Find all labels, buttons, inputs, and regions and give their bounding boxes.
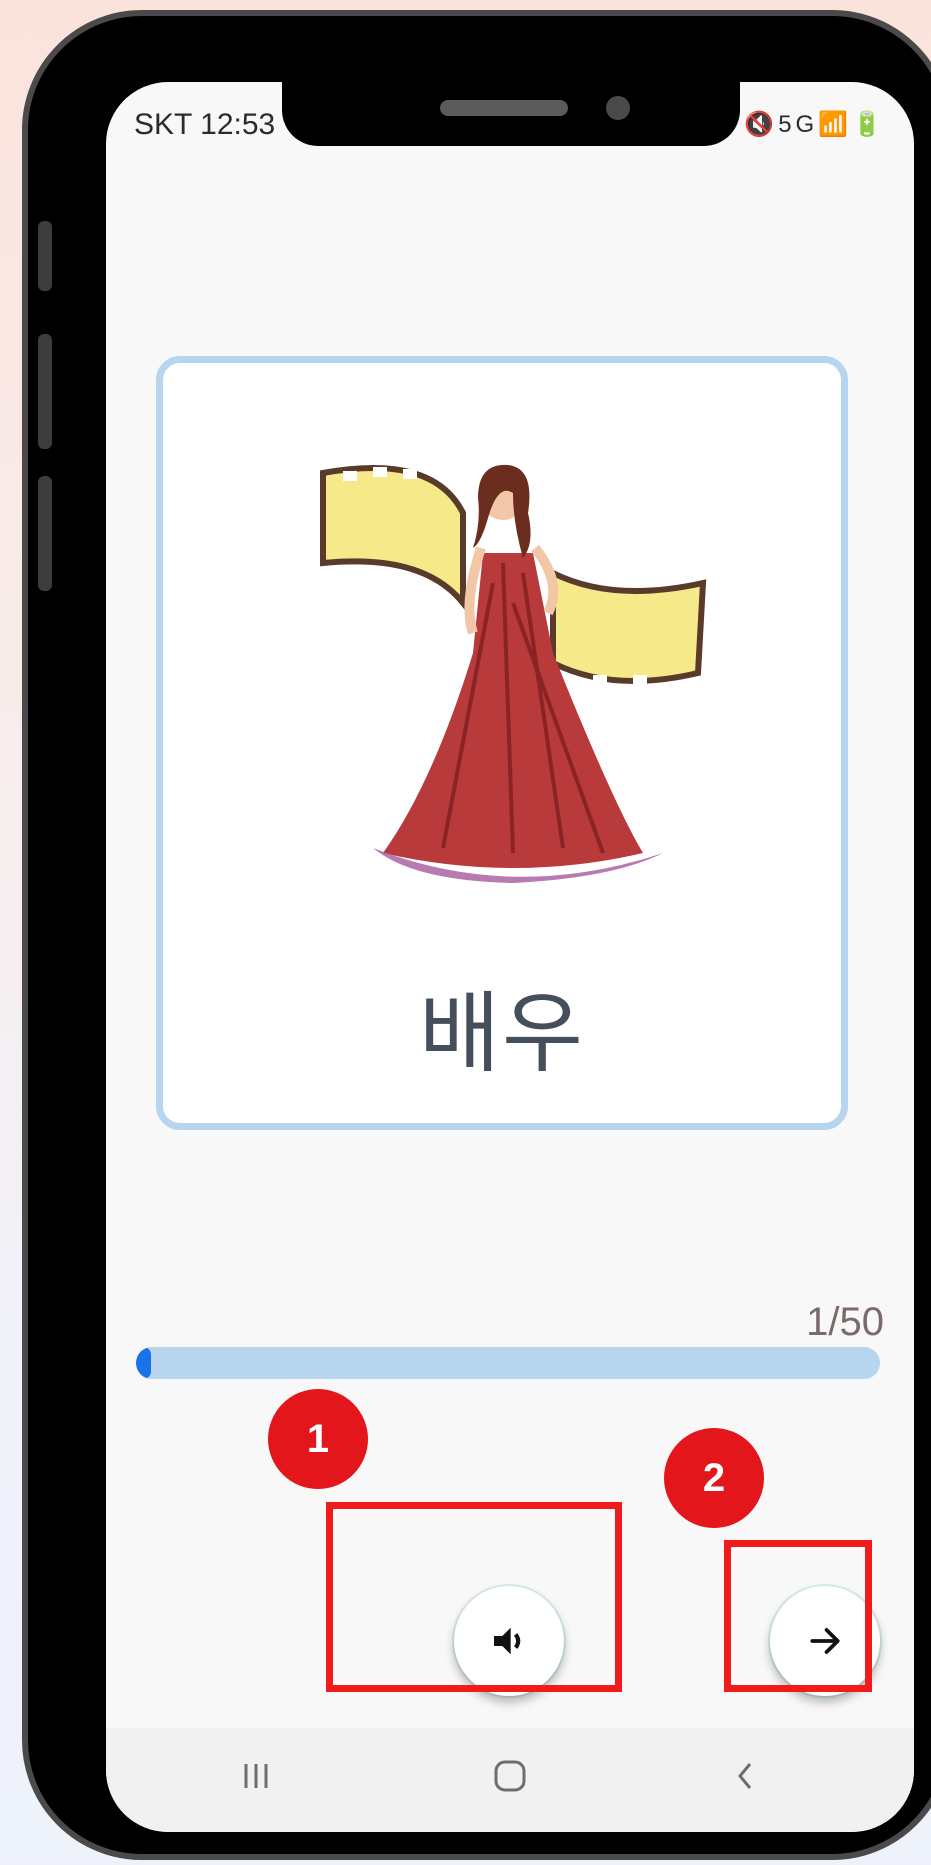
annotation-badge-2: 2 <box>664 1428 764 1528</box>
highlight-box-sound <box>326 1502 622 1692</box>
volume-down-button <box>38 334 52 449</box>
status-icons: 🔇5G📶🔋 <box>744 110 886 139</box>
actress-illustration <box>320 464 707 883</box>
5g-icon: 5G <box>778 111 819 138</box>
volume-up-button <box>38 221 52 291</box>
progress-bar <box>136 1347 880 1379</box>
status-carrier-time: SKT 12:53 <box>134 108 276 141</box>
phone-notch <box>282 82 740 146</box>
signal-icon: 📶 <box>818 111 853 138</box>
power-button <box>38 476 52 591</box>
highlight-box-next <box>724 1540 872 1692</box>
annotation-badge-1: 1 <box>268 1389 368 1489</box>
earpiece <box>440 100 568 116</box>
android-navbar <box>106 1728 914 1832</box>
front-camera <box>606 96 630 120</box>
progress-bar-fill <box>136 1347 151 1379</box>
battery-icon: 🔋 <box>852 111 886 138</box>
progress-counter: 1/50 <box>806 1300 884 1344</box>
home-icon[interactable] <box>492 1758 528 1794</box>
mute-icon: 🔇 <box>744 111 779 138</box>
flashcard-word: 배우 <box>419 984 585 1083</box>
back-icon[interactable] <box>728 1758 764 1794</box>
recent-apps-icon[interactable] <box>238 1758 274 1794</box>
flashcard[interactable]: 배우 <box>156 356 848 1130</box>
